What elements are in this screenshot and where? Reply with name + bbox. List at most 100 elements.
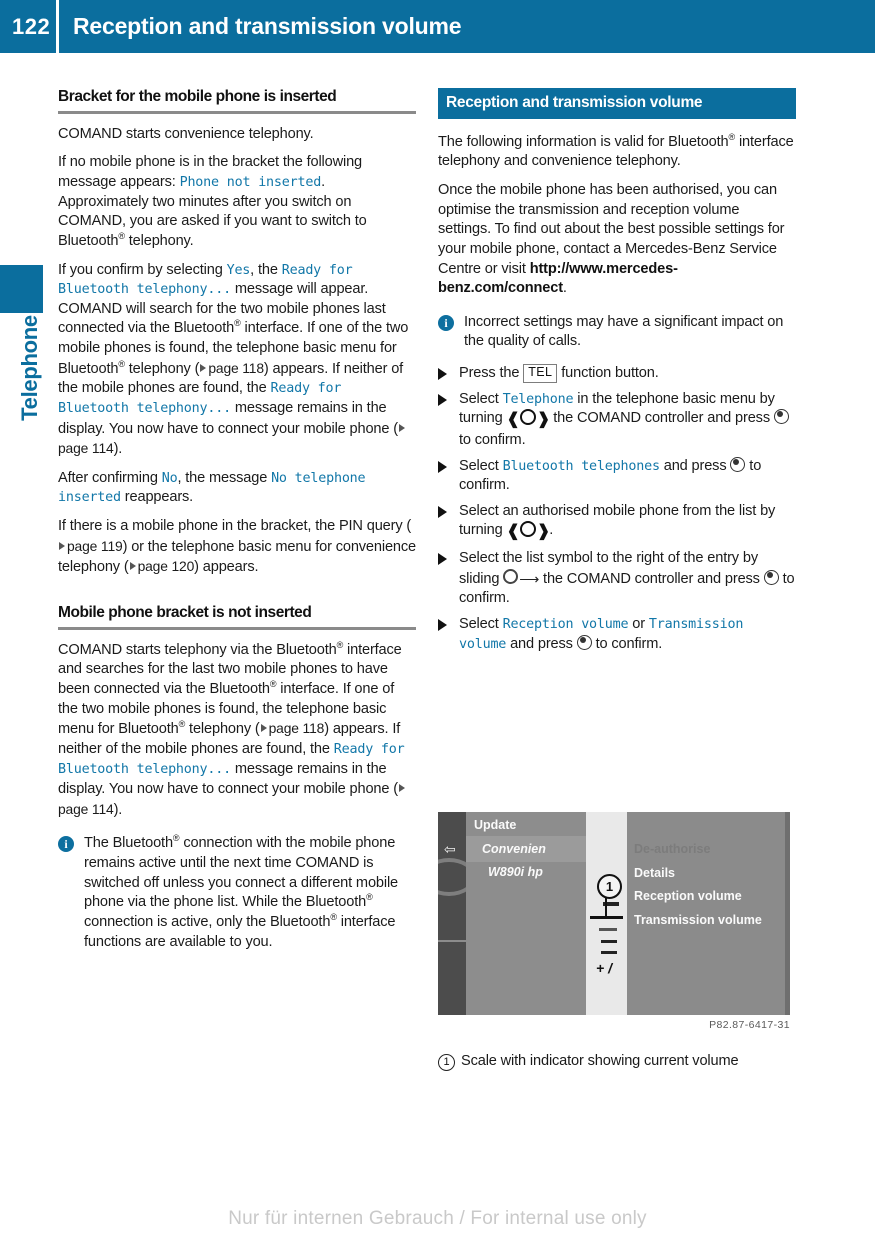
page-ref-label: page 118 xyxy=(208,359,264,376)
page-ref-label: page 120 xyxy=(137,558,195,575)
step-select-telephone: Select Telephone in the telephone basic … xyxy=(438,390,796,451)
scale-tick xyxy=(601,951,617,954)
text-run: telephony ( xyxy=(185,721,260,738)
caption-text: Scale with indicator showing current vol… xyxy=(461,1053,739,1069)
header-title: Reception and transmission volume xyxy=(73,13,462,39)
scale-tick xyxy=(601,940,617,943)
paragraph-optimise-volume: Once the mobile phone has been authorise… xyxy=(438,181,796,299)
step-bullet-icon xyxy=(438,505,447,518)
text-run: ). xyxy=(113,801,123,818)
screen-right-item-0: De-authorise xyxy=(634,842,711,856)
paragraph-pin-query: If there is a mobile phone in the bracke… xyxy=(58,517,416,578)
page-ref-triangle-icon xyxy=(59,541,65,550)
text-run: . xyxy=(562,280,567,297)
text-run: to confirm. xyxy=(459,431,526,448)
page-header: 122 Reception and transmission volume xyxy=(0,0,875,53)
text-run: ). xyxy=(113,441,123,458)
info-icon: i xyxy=(58,836,74,853)
back-arrow-icon: ⇦ xyxy=(444,841,456,857)
text-run: The Bluetooth xyxy=(84,835,173,852)
controller-turn-icon: ❰ ❱ xyxy=(506,521,550,541)
ui-string-yes: Yes xyxy=(226,262,251,278)
screen-menu-item-0: Update xyxy=(474,818,517,832)
text-run: and press xyxy=(506,635,577,652)
step-text: Select the list symbol to the right of t… xyxy=(459,549,796,609)
header-separator xyxy=(56,0,59,53)
screen-right-item-3: Transmission volume xyxy=(634,913,762,927)
page-ref-triangle-icon xyxy=(398,784,405,793)
internal-use-watermark: Nur für internen Gebrauch / For internal… xyxy=(228,1208,647,1229)
step-bullet-icon xyxy=(438,618,447,631)
ui-string-reception-volume: Reception volume xyxy=(502,616,629,632)
text-run: COMAND starts telephony via the Bluetoot… xyxy=(58,641,337,658)
text-run: After confirming xyxy=(58,469,162,486)
step-text: Select Telephone in the telephone basic … xyxy=(459,390,796,451)
ui-string-telephone: Telephone xyxy=(502,391,574,407)
ui-string-no: No xyxy=(161,470,178,486)
text-run: or xyxy=(628,615,649,632)
page-reference: page 120 xyxy=(129,558,195,575)
step-select-authorised-phone: Select an authorised mobile phone from t… xyxy=(438,502,796,543)
controller-press-icon xyxy=(730,456,746,472)
step-select-list-symbol: Select the list symbol to the right of t… xyxy=(438,549,796,609)
text-run: telephony. xyxy=(124,232,194,249)
tel-function-button[interactable]: TEL xyxy=(523,364,558,383)
step-select-volume-option: Select Reception volume or Transmission … xyxy=(438,615,796,654)
text-run: the COMAND controller and press xyxy=(539,570,764,587)
figure-code-label: P82.87-6417-31 xyxy=(709,1019,790,1031)
figure-caption: 1 Scale with indicator showing current v… xyxy=(438,1052,813,1072)
scale-tick xyxy=(599,928,617,931)
controller-slide-icon xyxy=(503,568,519,584)
slide-arrow-icon: ⟶ xyxy=(519,570,540,587)
step-select-bluetooth-telephones: Select Bluetooth telephones and press to… xyxy=(438,456,796,496)
page-ref-label: page 114 xyxy=(58,800,114,817)
page-reference: page 118 xyxy=(199,360,264,376)
section-heading-reception-transmission: Reception and transmission volume xyxy=(438,88,796,119)
scale-plus-label: + / xyxy=(596,960,612,976)
ui-string-bluetooth-telephones: Bluetooth telephones xyxy=(502,458,660,474)
paragraph-comand-starts: COMAND starts convenience telephony. xyxy=(58,125,314,142)
text-run: connection is active, only the Bluetooth xyxy=(84,913,331,930)
step-text: Select Reception volume or Transmission … xyxy=(459,615,796,654)
page-ref-triangle-icon xyxy=(398,423,405,432)
text-run: and press xyxy=(659,457,731,474)
step-text: Select Bluetooth telephones and press to… xyxy=(459,456,796,496)
page-reference: page 118 xyxy=(260,720,324,736)
section-heading-bracket-not-inserted: Mobile phone bracket is not inserted xyxy=(58,604,416,630)
text-run: reappears. xyxy=(120,489,194,506)
step-text: Press the TEL function button. xyxy=(459,364,796,384)
info-note-incorrect-settings: i Incorrect settings may have a signific… xyxy=(438,313,796,352)
text-run: If you confirm by selecting xyxy=(58,261,227,278)
text-run: to confirm. xyxy=(591,635,663,652)
registered-mark: ® xyxy=(366,892,373,903)
screen-menu-item-2: W890i hp xyxy=(488,865,543,879)
paragraph-comand-starts-bluetooth: COMAND starts telephony via the Bluetoot… xyxy=(58,640,416,821)
text-run: the COMAND controller and press xyxy=(549,410,774,427)
step-text: Select an authorised mobile phone from t… xyxy=(459,502,796,543)
text-run: Press the xyxy=(459,365,524,382)
text-run: , the message xyxy=(177,469,272,486)
text-run: function button. xyxy=(557,365,659,382)
text-run: , the xyxy=(250,261,282,278)
text-run: If there is a mobile phone in the bracke… xyxy=(58,518,412,535)
info-note-text: Incorrect settings may have a significan… xyxy=(464,313,784,350)
text-run: . xyxy=(549,522,554,539)
page-ref-triangle-icon xyxy=(200,363,207,372)
step-bullet-icon xyxy=(438,393,447,406)
paragraph-confirm-yes: If you confirm by selecting Yes, the Rea… xyxy=(58,261,416,460)
text-run: The following information is valid for B… xyxy=(438,133,729,150)
text-run: telephony ( xyxy=(124,360,200,377)
step-bullet-icon xyxy=(438,460,447,473)
screen-right-item-1: Details xyxy=(634,866,675,880)
page-ref-label: page 119 xyxy=(67,537,123,554)
step-bullet-icon xyxy=(438,553,447,566)
screen-menu-item-1: Convenien xyxy=(482,842,546,856)
screen-map-line xyxy=(438,940,466,942)
comand-screen-image: ⇦ Update Convenien W890i hp + / 1 De-aut… xyxy=(438,812,790,1015)
screen-right-edge xyxy=(785,812,790,1015)
controller-turn-icon: ❰ ❱ xyxy=(506,409,550,429)
side-tab-label: Telephone xyxy=(17,315,42,421)
page-reference: page 119 xyxy=(58,538,123,554)
controller-press-icon xyxy=(763,569,779,585)
info-note-text: The Bluetooth® connection with the mobil… xyxy=(84,834,416,952)
